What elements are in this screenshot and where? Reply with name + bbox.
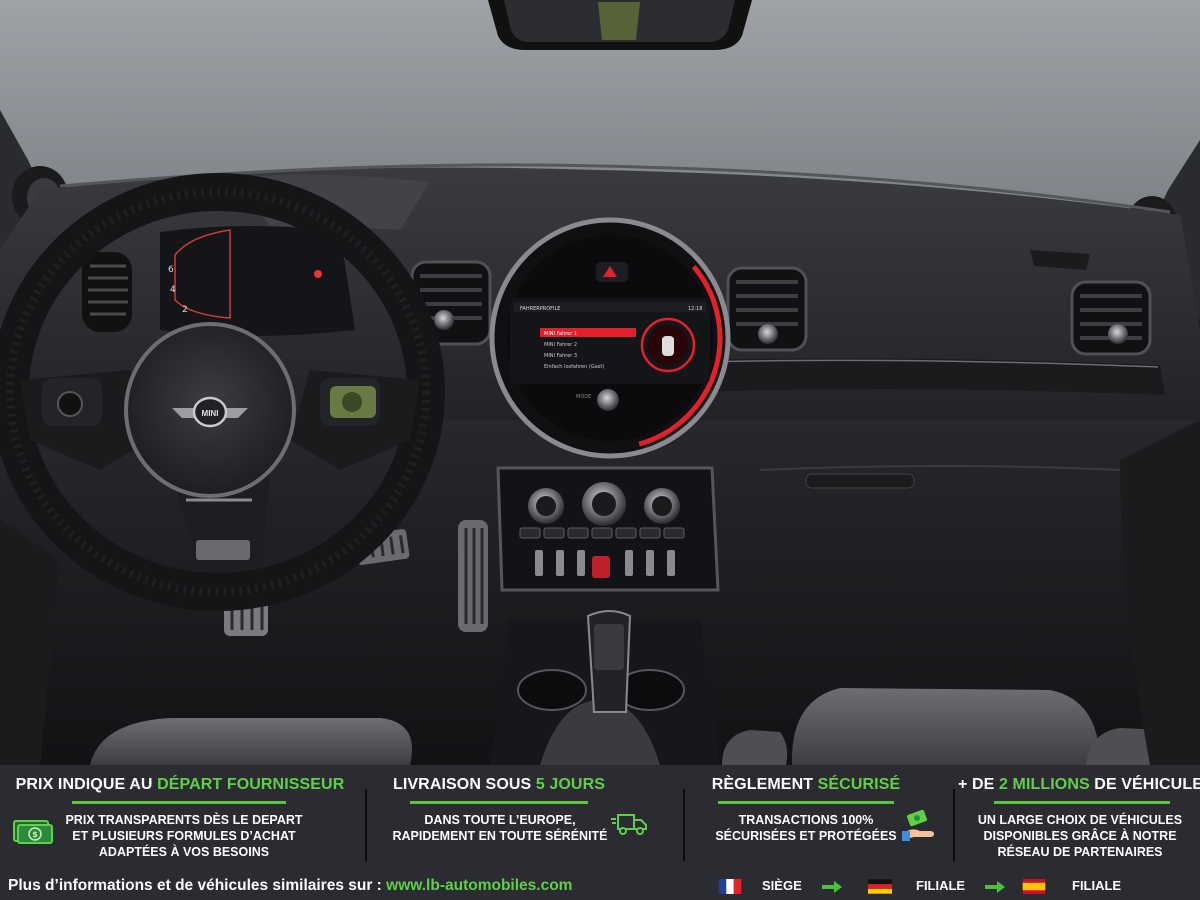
green-rule [994,801,1170,804]
green-rule [72,801,286,804]
svg-text:MODE: MODE [576,394,591,400]
center-console [496,466,720,592]
secure-payment-section: RÈGLEMENT SÉCURISÉ TRANSACTIONS 100% SÉC… [688,765,956,865]
vehicle-choice-section: + DE 2 MILLIONS DE VÉHICULES UN LARGE CH… [958,765,1200,865]
section-title: PRIX INDIQUE AU DÉPART FOURNISSEUR [15,776,345,793]
column-divider [953,789,955,861]
footer-bar: Plus d’informations et de véhicules simi… [0,867,1200,900]
column-divider [365,789,367,861]
website-link[interactable]: www.lb-automobiles.com [386,877,572,894]
section-description: TRANSACTIONS 100% SÉCURISÉES ET PROTÉGÉE… [715,813,897,843]
section-description: DANS TOUTE L’EUROPE, RAPIDEMENT EN TOUTE… [392,813,608,843]
delivery-truck-icon [611,814,647,835]
footer-info: Plus d’informations et de véhicules simi… [8,877,573,894]
svg-text:MINI Fahrer 2: MINI Fahrer 2 [544,342,577,348]
section-title: LIVRAISON SOUS 5 JOURS [392,776,606,793]
location-label: FILIALE [916,878,966,893]
section-title: + DE 2 MILLIONS DE VÉHICULES [958,776,1200,793]
svg-text:MINI Fahrer 3: MINI Fahrer 3 [544,353,577,359]
section-description: PRIX TRANSPARENTS DÈS LE DEPART ET PLUSI… [65,813,303,859]
germany-flag-icon [868,879,892,894]
svg-text:12:18: 12:18 [688,306,702,312]
svg-text:FAHRERPROFILE: FAHRERPROFILE [520,306,560,312]
column-divider [683,789,685,861]
section-title: RÈGLEMENT SÉCURISÉ [711,776,901,793]
green-rule [410,801,588,804]
location-label: FILIALE [1072,878,1122,893]
arrow-right-icon [985,881,1005,893]
svg-text:4: 4 [170,285,176,295]
car-interior-photo: 6 4 2 FAHRERPROFILE 12:18 MINI Fahrer 1 … [0,0,1200,765]
green-rule [718,801,894,804]
location-label: SIÈGE [762,878,802,893]
france-flag-icon [718,879,742,894]
money-icon: $ [13,820,53,844]
section-description: UN LARGE CHOIX DE VÉHICULES DISPONIBLES … [977,813,1183,859]
payment-hand-icon [902,809,934,841]
svg-text:6: 6 [168,265,174,275]
svg-text:MINI Fahrer 1: MINI Fahrer 1 [544,331,577,337]
svg-text:MINI: MINI [202,409,219,418]
svg-text:$: $ [32,830,38,839]
svg-text:2: 2 [182,305,188,315]
promo-banner: PRIX INDIQUE AU DÉPART FOURNISSEUR $ PRI… [0,765,1200,900]
listing-image: 6 4 2 FAHRERPROFILE 12:18 MINI Fahrer 1 … [0,0,1200,900]
svg-text:Einfach losfahren (Gast): Einfach losfahren (Gast) [544,364,604,370]
arrow-right-icon [822,881,842,893]
spain-flag-icon [1022,879,1046,894]
supplier-price-section: PRIX INDIQUE AU DÉPART FOURNISSEUR $ PRI… [0,765,360,865]
delivery-section: LIVRAISON SOUS 5 JOURS DANS TOUTE L’EURO… [370,765,680,865]
